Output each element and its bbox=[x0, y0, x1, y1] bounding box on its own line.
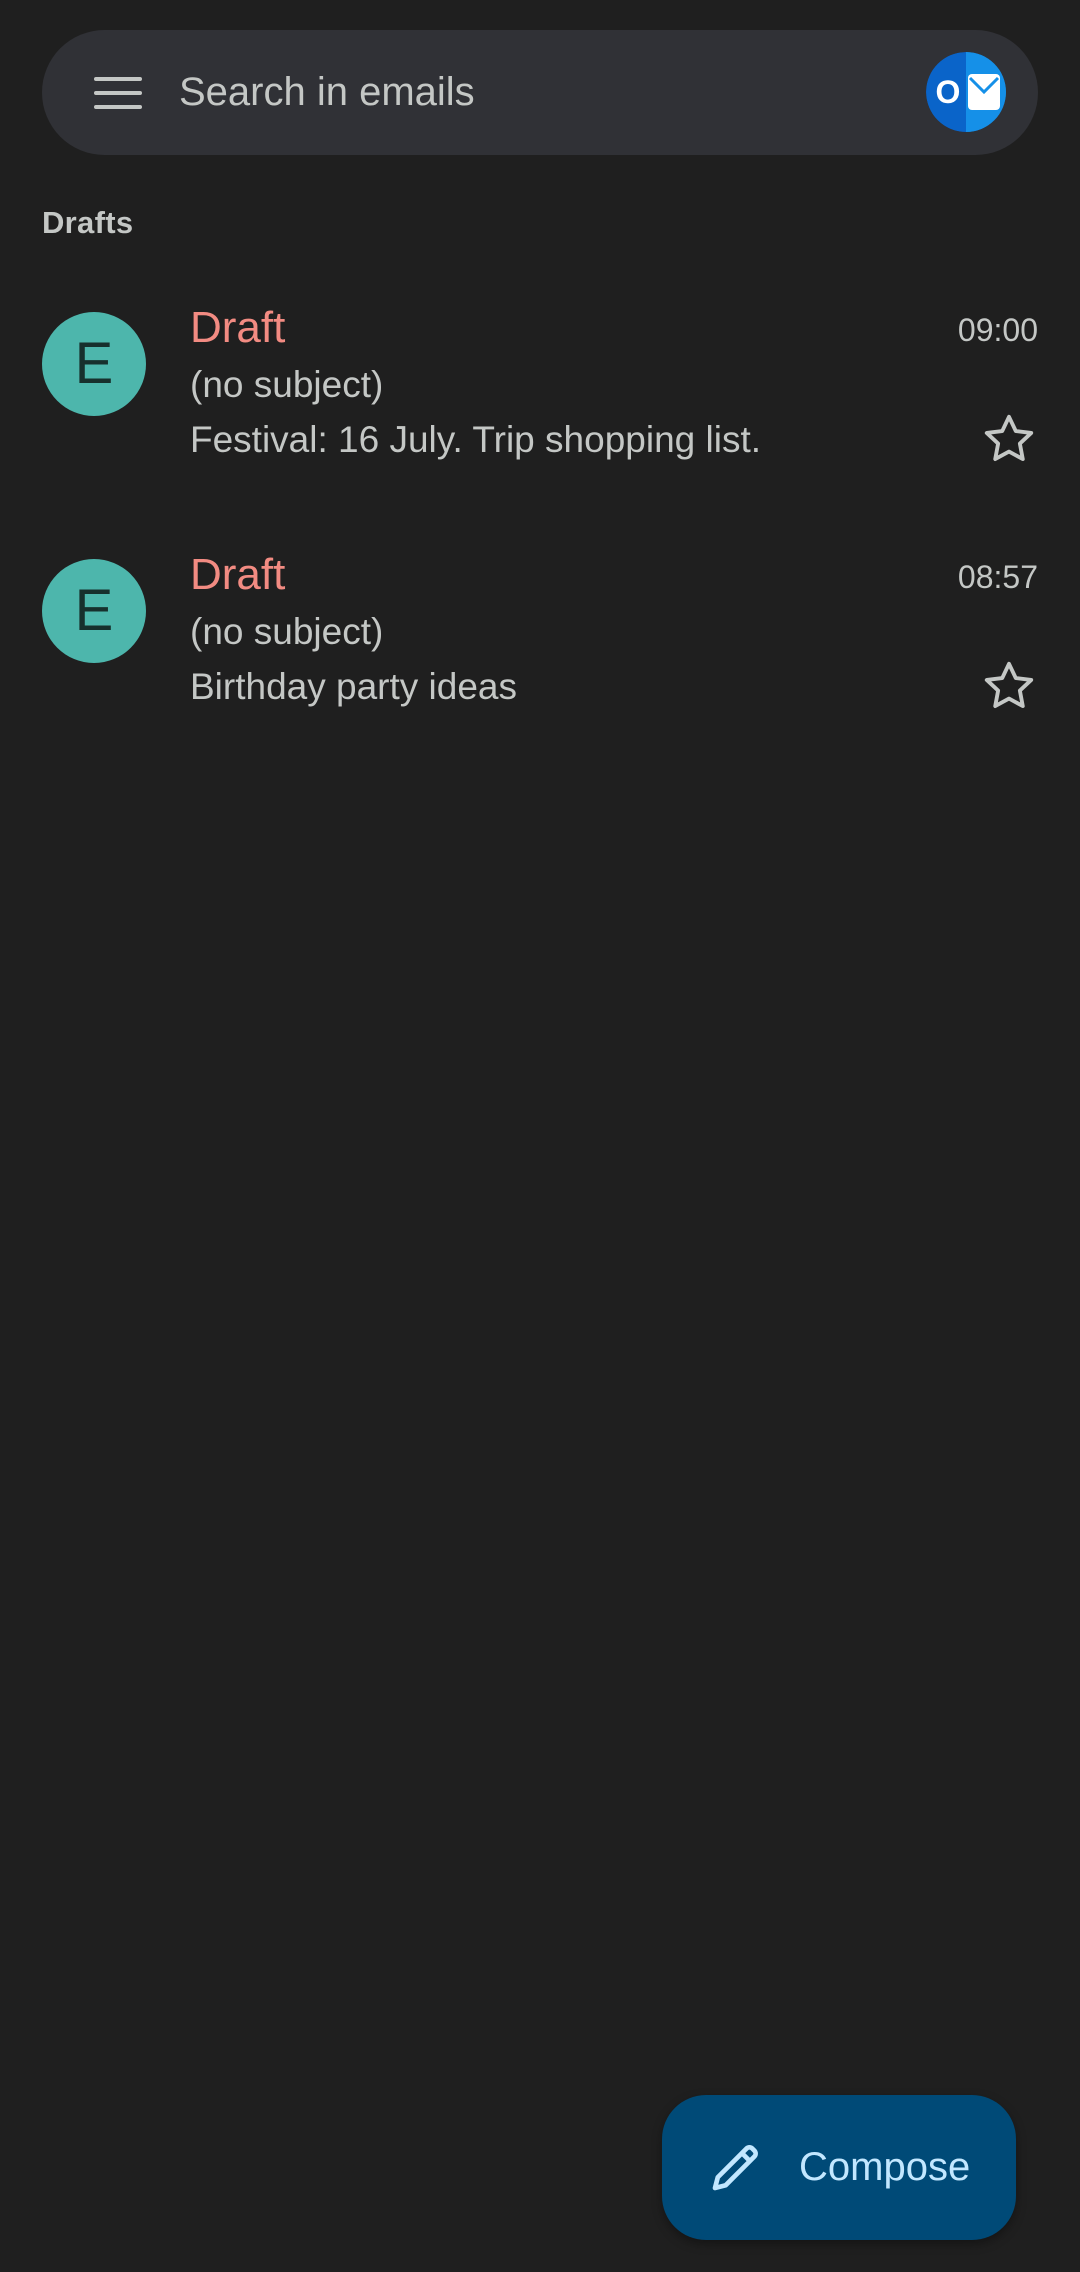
sender-avatar: E bbox=[42, 312, 146, 416]
account-badge-text: O bbox=[936, 74, 961, 110]
email-snippet: Birthday party ideas bbox=[190, 666, 518, 707]
email-subject: (no subject) bbox=[190, 364, 384, 405]
email-time: 09:00 bbox=[957, 312, 1038, 348]
email-subject: (no subject) bbox=[190, 611, 384, 652]
menu-button[interactable] bbox=[92, 67, 144, 119]
compose-button[interactable]: Compose bbox=[662, 2095, 1016, 2240]
outlook-account-icon: O bbox=[926, 52, 1006, 132]
sender-label: Draft bbox=[190, 550, 286, 599]
compose-label: Compose bbox=[799, 2145, 971, 2189]
email-row[interactable]: E Draft 09:00 (no subject) Festival: 16 … bbox=[0, 300, 1080, 520]
email-time: 08:57 bbox=[957, 559, 1038, 595]
sender-label: Draft bbox=[190, 303, 286, 352]
star-icon[interactable] bbox=[980, 657, 1038, 715]
star-icon[interactable] bbox=[980, 410, 1038, 468]
pencil-icon bbox=[712, 2145, 758, 2191]
hamburger-menu-icon bbox=[94, 77, 142, 109]
sender-avatar: E bbox=[42, 559, 146, 663]
account-avatar-button[interactable]: O bbox=[926, 52, 1006, 132]
search-input[interactable]: Search in emails bbox=[179, 30, 475, 155]
email-row[interactable]: E Draft 08:57 (no subject) Birthday part… bbox=[0, 547, 1080, 767]
email-snippet: Festival: 16 July. Trip shopping list. bbox=[190, 419, 762, 460]
section-title-drafts: Drafts bbox=[42, 205, 134, 240]
search-bar[interactable]: Search in emails O bbox=[42, 30, 1038, 155]
